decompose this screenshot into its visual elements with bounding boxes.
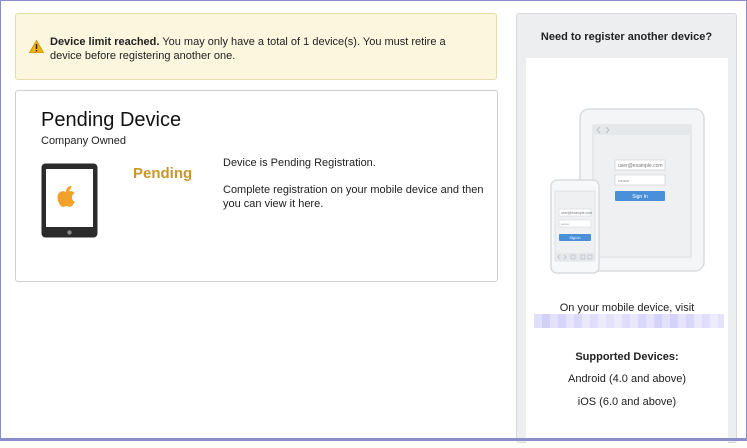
- supported-device-android: Android (4.0 and above): [567, 373, 687, 385]
- sidebar-panel: user@example.com •••••••• Sign In user@e…: [526, 58, 728, 448]
- alert-message: Device limit reached. You may only have …: [50, 35, 480, 63]
- illustration-phone-signin-button: Sign In: [570, 236, 581, 240]
- supported-device-ios: iOS (6.0 and above): [577, 396, 677, 408]
- device-ownership: Company Owned: [41, 135, 126, 147]
- warning-icon: [29, 40, 44, 53]
- register-sidebar: Need to register another device? user@ex…: [516, 13, 737, 448]
- ipad-apple-icon: [41, 163, 98, 238]
- registration-status: Device is Pending Registration.: [223, 157, 376, 169]
- illustration-email-field: user@example.com: [618, 163, 663, 169]
- registration-instruction: Complete registration on your mobile dev…: [223, 184, 484, 210]
- sidebar-heading: Need to register another device?: [540, 31, 713, 43]
- alert-title: Device limit reached.: [50, 36, 160, 48]
- illustration-phone-password-field: ••••••••: [561, 222, 569, 226]
- pending-device-card[interactable]: Pending Device Company Owned Pending Dev…: [15, 90, 498, 282]
- enrollment-url-redacted[interactable]: [534, 314, 724, 328]
- illustration-password-field: ••••••••: [618, 178, 630, 183]
- illustration-phone-email-field: user@example.com: [561, 211, 592, 215]
- devices-illustration: user@example.com •••••••• Sign In user@e…: [550, 108, 705, 274]
- illustration-signin-button: Sign In: [632, 194, 648, 200]
- device-name: Pending Device: [41, 109, 182, 131]
- device-limit-alert: Device limit reached. You may only have …: [15, 13, 497, 80]
- visit-instruction: On your mobile device, visit: [559, 302, 695, 314]
- pending-status-label: Pending: [133, 165, 193, 182]
- supported-devices-heading: Supported Devices:: [575, 351, 679, 363]
